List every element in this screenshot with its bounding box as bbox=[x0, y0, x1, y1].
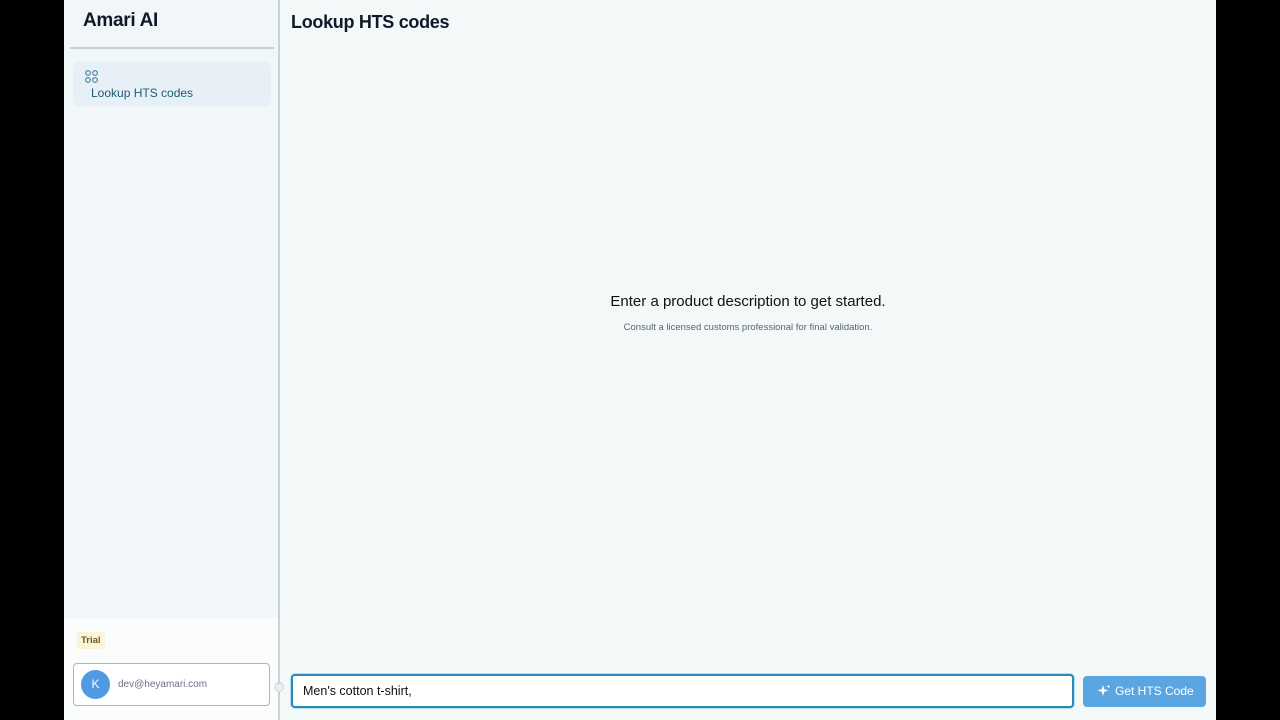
empty-state-subtitle: Consult a licensed customs professional … bbox=[623, 322, 873, 333]
sidebar-divider bbox=[70, 47, 274, 49]
product-description-field[interactable] bbox=[291, 674, 1074, 708]
product-description-input[interactable] bbox=[303, 682, 1043, 700]
avatar: K bbox=[81, 670, 110, 699]
main-content: Lookup HTS codes Enter a product descrip… bbox=[280, 0, 1216, 720]
sidebar-item-lookup-hts-codes[interactable]: Lookup HTS codes bbox=[73, 62, 271, 106]
user-email: dev@heyamari.com bbox=[118, 679, 208, 690]
brand-title: Amari AI bbox=[83, 10, 159, 31]
grid-icon bbox=[85, 70, 98, 83]
plan-badge: Trial bbox=[77, 632, 105, 649]
app-window: Amari AI Lookup HTS codes Trial K dev@he… bbox=[64, 0, 1216, 720]
sidebar: Amari AI Lookup HTS codes Trial K dev@he… bbox=[64, 0, 280, 720]
sidebar-footer: Trial K dev@heyamari.com bbox=[64, 618, 278, 720]
empty-state-title: Enter a product description to get start… bbox=[610, 293, 886, 310]
user-account-button[interactable]: K dev@heyamari.com bbox=[73, 663, 270, 706]
get-hts-code-label: Get HTS Code bbox=[1115, 684, 1194, 698]
page-title: Lookup HTS codes bbox=[291, 12, 450, 32]
sparkle-icon bbox=[1097, 684, 1111, 696]
empty-state: Enter a product description to get start… bbox=[280, 293, 1216, 333]
sidebar-item-label: Lookup HTS codes bbox=[91, 86, 194, 100]
get-hts-code-button[interactable]: Get HTS Code bbox=[1083, 676, 1206, 707]
